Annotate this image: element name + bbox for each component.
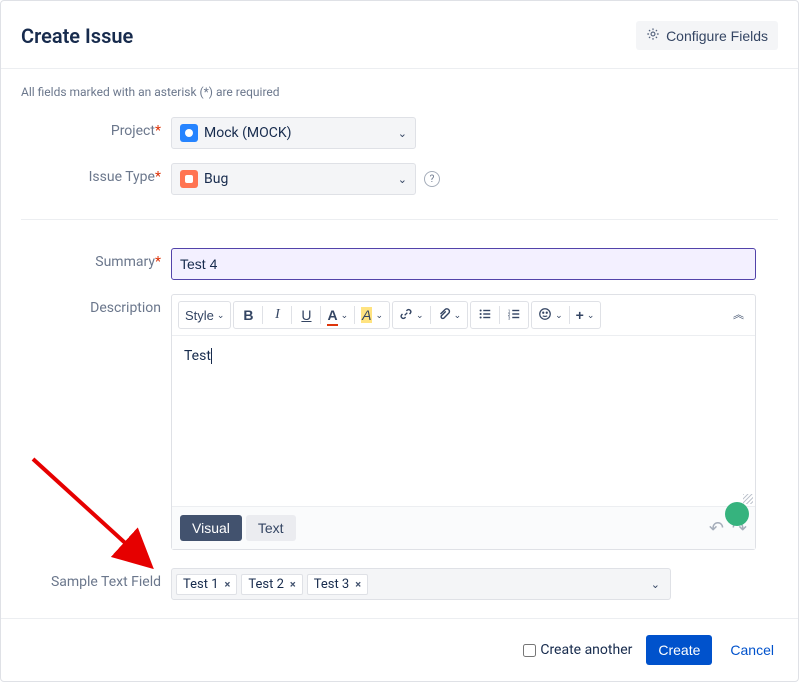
emoji-button[interactable]: ⌄ xyxy=(532,302,569,328)
bullet-list-icon xyxy=(478,307,492,324)
summary-input[interactable] xyxy=(171,248,756,280)
project-selected-value: Mock (MOCK) xyxy=(204,125,292,141)
tag-label: Test 2 xyxy=(248,577,284,592)
style-dropdown[interactable]: Style ⌄ xyxy=(179,302,230,328)
dialog-header: Create Issue Configure Fields xyxy=(1,1,798,69)
issue-type-row: Issue Type* Bug ⌄ ? xyxy=(21,163,778,195)
create-another-checkbox[interactable] xyxy=(523,644,536,657)
required-asterisk: * xyxy=(155,254,161,270)
italic-button[interactable]: I xyxy=(263,302,291,328)
project-select[interactable]: Mock (MOCK) ⌄ xyxy=(171,117,416,149)
chevron-down-icon: ⌄ xyxy=(651,578,666,591)
resize-handle[interactable] xyxy=(743,494,753,504)
help-icon[interactable]: ? xyxy=(424,171,440,187)
required-asterisk: * xyxy=(155,169,161,185)
create-button[interactable]: Create xyxy=(646,635,712,665)
editor-area-wrap: Test xyxy=(172,336,755,506)
tag-remove-icon[interactable]: × xyxy=(355,578,361,591)
summary-label-text: Summary xyxy=(95,254,155,270)
cancel-button[interactable]: Cancel xyxy=(726,636,778,664)
underline-glyph: U xyxy=(301,307,311,323)
dialog-body: All fields marked with an asterisk (*) a… xyxy=(1,69,798,618)
chevron-down-icon: ⌄ xyxy=(555,310,563,321)
dialog-footer: Create another Create Cancel xyxy=(1,618,798,681)
tag-item: Test 2 × xyxy=(241,574,302,595)
create-another-checkbox-wrap[interactable]: Create another xyxy=(523,642,632,658)
create-issue-dialog: Create Issue Configure Fields All fields… xyxy=(0,0,799,682)
link-button[interactable]: ⌄ xyxy=(393,302,430,328)
bold-button[interactable]: B xyxy=(234,302,262,328)
gear-icon xyxy=(646,27,660,44)
tag-remove-icon[interactable]: × xyxy=(225,578,231,591)
sample-text-field-row: Sample Text Field Test 1 × Test 2 × Test… xyxy=(21,568,778,600)
chevron-down-icon: ⌄ xyxy=(454,310,462,321)
issue-type-label: Issue Type* xyxy=(21,163,171,185)
tag-label: Test 3 xyxy=(314,577,350,592)
numbered-list-button[interactable]: 123 xyxy=(500,302,528,328)
editor-textarea[interactable]: Test xyxy=(172,336,755,506)
create-another-label: Create another xyxy=(540,642,632,658)
dialog-title: Create Issue xyxy=(21,24,133,48)
presence-indicator-icon xyxy=(725,502,749,526)
chevron-down-icon: ⌄ xyxy=(587,310,595,321)
issue-type-selected-value: Bug xyxy=(204,171,228,187)
tab-visual[interactable]: Visual xyxy=(180,515,242,541)
bullet-list-button[interactable] xyxy=(471,302,499,328)
svg-text:3: 3 xyxy=(508,315,511,320)
plus-icon: + xyxy=(576,307,584,323)
chevron-down-icon: ⌄ xyxy=(398,127,407,140)
configure-fields-label: Configure Fields xyxy=(666,28,768,44)
emoji-icon xyxy=(538,307,552,324)
chevron-down-icon: ⌄ xyxy=(217,310,225,321)
attachment-icon xyxy=(437,307,451,324)
summary-row: Summary* xyxy=(21,248,778,280)
section-divider xyxy=(21,219,778,220)
bug-icon xyxy=(180,170,198,188)
text-color-button[interactable]: A ⌄ xyxy=(321,302,354,328)
collapse-toolbar-button[interactable]: ︽ xyxy=(721,302,749,328)
description-row: Description Style ⌄ B I U xyxy=(21,294,778,550)
description-label: Description xyxy=(21,294,171,316)
configure-fields-button[interactable]: Configure Fields xyxy=(636,21,778,50)
tag-item: Test 3 × xyxy=(307,574,368,595)
highlight-button[interactable]: A ⌄ xyxy=(355,302,389,328)
editor-content: Test xyxy=(184,348,211,364)
chevron-down-icon: ⌄ xyxy=(341,310,349,321)
link-icon xyxy=(399,307,413,324)
numbered-list-icon: 123 xyxy=(507,307,521,324)
collapse-icon: ︽ xyxy=(733,312,737,318)
editor-tabbar: Visual Text ↶ ↷ xyxy=(172,506,755,549)
tag-remove-icon[interactable]: × xyxy=(290,578,296,591)
sample-text-field-input[interactable]: Test 1 × Test 2 × Test 3 × ⌄ xyxy=(171,568,671,600)
required-note: All fields marked with an asterisk (*) a… xyxy=(21,85,778,99)
chevron-down-icon: ⌄ xyxy=(375,310,383,321)
issue-type-label-text: Issue Type xyxy=(89,169,155,185)
chevron-down-icon: ⌄ xyxy=(416,310,424,321)
summary-label: Summary* xyxy=(21,248,171,270)
tag-item: Test 1 × xyxy=(176,574,237,595)
required-asterisk: * xyxy=(155,123,161,139)
tab-text[interactable]: Text xyxy=(246,515,296,541)
style-label: Style xyxy=(185,308,214,323)
editor-toolbar: Style ⌄ B I U A ⌄ xyxy=(172,295,755,336)
project-label-text: Project xyxy=(111,123,155,139)
chevron-down-icon: ⌄ xyxy=(398,173,407,186)
text-cursor xyxy=(211,348,212,364)
project-row: Project* Mock (MOCK) ⌄ xyxy=(21,117,778,149)
tag-label: Test 1 xyxy=(183,577,219,592)
text-color-glyph: A xyxy=(327,307,337,323)
insert-more-button[interactable]: + ⌄ xyxy=(570,302,601,328)
highlight-glyph: A xyxy=(361,307,372,323)
rich-text-editor: Style ⌄ B I U A ⌄ xyxy=(171,294,756,550)
issue-type-select[interactable]: Bug ⌄ xyxy=(171,163,416,195)
sample-text-field-label: Sample Text Field xyxy=(21,568,171,590)
attachment-button[interactable]: ⌄ xyxy=(431,302,468,328)
underline-button[interactable]: U xyxy=(292,302,320,328)
project-label: Project* xyxy=(21,117,171,139)
project-avatar-icon xyxy=(180,124,198,142)
undo-button[interactable]: ↶ xyxy=(709,518,724,539)
